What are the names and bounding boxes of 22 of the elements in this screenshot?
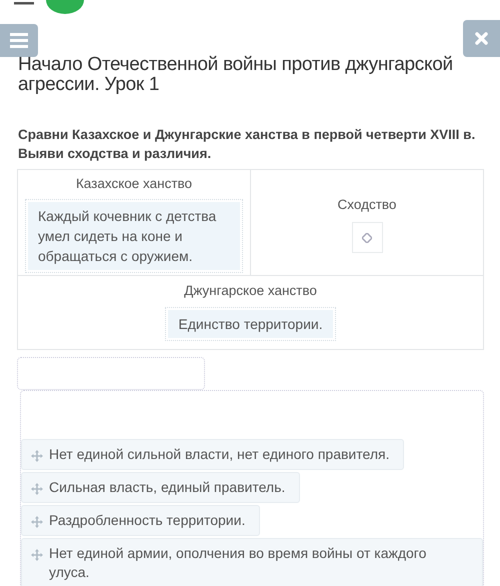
page-title: Начало Отечественной войны против джунгарской агрессии. Урок 1 bbox=[18, 55, 454, 95]
option-card[interactable]: Нет единой сильной власти, нет единого правителя. bbox=[21, 439, 404, 470]
column-header: Сходство bbox=[338, 196, 396, 214]
move-icon bbox=[31, 450, 43, 462]
menu-button[interactable] bbox=[0, 24, 38, 57]
move-icon bbox=[31, 516, 43, 528]
option-card[interactable]: Нет единой армии, ополчения во время войны от каждого улуса. bbox=[21, 538, 483, 586]
drop-zone[interactable] bbox=[17, 357, 205, 390]
column-header: Казахское ханство bbox=[76, 175, 192, 193]
target-icon bbox=[362, 232, 372, 242]
column-header: Джунгарское ханство bbox=[184, 282, 317, 300]
move-icon bbox=[31, 483, 43, 495]
question-text: Сравни Казахское и Джунгарские ханства в первой четверти XVIII в. Выяви сходства и различия. bbox=[18, 126, 476, 163]
close-icon bbox=[475, 32, 488, 45]
option-card[interactable]: Раздробленность территории. bbox=[21, 505, 260, 536]
drop-target[interactable] bbox=[352, 222, 382, 253]
option-card[interactable]: Сильная власть, единый правитель. bbox=[21, 472, 300, 503]
close-button[interactable] bbox=[463, 20, 500, 57]
answer-card[interactable]: Каждый кочевник с детства умел сидеть на коне и обращаться с оружием. bbox=[28, 202, 240, 270]
answer-card[interactable]: Единство территории. bbox=[168, 310, 333, 338]
logo-icon[interactable] bbox=[46, 0, 84, 14]
move-icon bbox=[31, 549, 43, 561]
